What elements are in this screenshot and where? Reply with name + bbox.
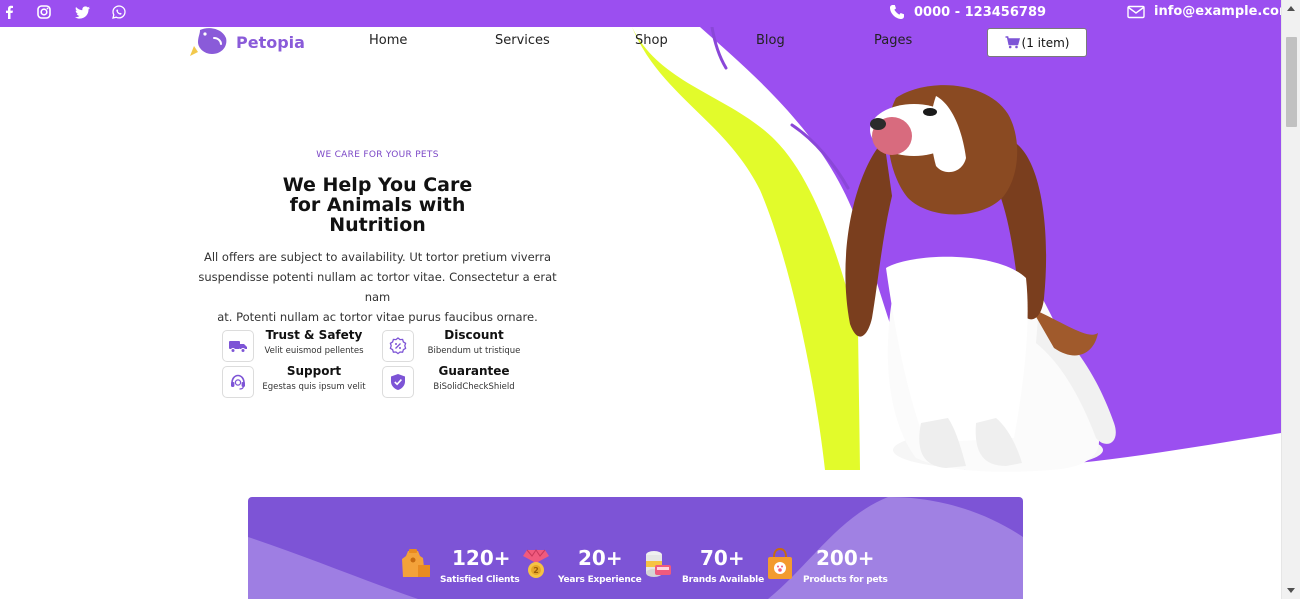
stat-label: Products for pets <box>803 575 888 585</box>
nav-item-home[interactable]: Home <box>369 33 407 48</box>
feature-subtitle: BiSolidCheckShield <box>433 382 515 392</box>
cart-icon <box>1005 36 1020 49</box>
scroll-down-arrow-icon[interactable] <box>1287 588 1295 593</box>
discount-icon <box>382 330 414 362</box>
whatsapp-icon[interactable] <box>110 3 128 21</box>
feature-support: Support Egestas quis ipsum velit <box>222 364 372 398</box>
page: 0000 - 123456789 info@example.com Petopi… <box>0 0 1300 599</box>
nav-item-services[interactable]: Services <box>495 33 550 48</box>
page-scrollbar[interactable] <box>1281 0 1300 599</box>
hero-description: All offers are subject to availability. … <box>186 247 569 327</box>
medal-icon: 2 <box>523 549 549 578</box>
stat-value: 120+ <box>452 546 511 570</box>
phone-contact[interactable]: 0000 - 123456789 <box>889 4 1046 20</box>
stat-value: 20+ <box>578 546 623 570</box>
stat-value: 200+ <box>816 546 875 570</box>
feature-subtitle: Velit euismod pellentes <box>264 346 364 356</box>
nav-item-shop[interactable]: Shop <box>635 33 668 48</box>
pet-food-can-icon <box>646 551 671 577</box>
phone-number: 0000 - 123456789 <box>914 4 1047 20</box>
cart-button[interactable]: (1 item) <box>987 28 1087 57</box>
cart-label: (1 item) <box>1021 35 1070 50</box>
hero-headline: We Help You Care for Animals with Nutrit… <box>250 175 505 235</box>
feature-guarantee: Guarantee BiSolidCheckShield <box>382 364 532 398</box>
description-line: at. Potenti nullam ac tortor vitae purus… <box>217 310 538 324</box>
feature-title: Support <box>286 364 342 378</box>
social-links <box>0 3 128 21</box>
scroll-up-arrow-icon[interactable] <box>1287 6 1295 11</box>
dog-image <box>845 85 1116 472</box>
feature-title: Discount <box>444 328 504 342</box>
description-line: All offers are subject to availability. … <box>204 250 551 264</box>
feature-title: Guarantee <box>438 364 510 378</box>
stat-label: Years Experience <box>558 575 642 585</box>
shopping-bag-icon <box>768 547 792 579</box>
truck-icon <box>222 330 254 362</box>
pet-logo-icon <box>190 28 227 56</box>
svg-text:2: 2 <box>533 566 539 575</box>
top-bar: 0000 - 123456789 info@example.com <box>0 0 1293 27</box>
feature-title: Trust & Safety <box>265 328 363 342</box>
twitter-icon[interactable] <box>73 3 91 21</box>
email-address: info@example.com <box>1154 4 1293 19</box>
support-icon <box>222 366 254 398</box>
feature-trust-safety: Trust & Safety Velit euismod pellentes <box>222 328 372 362</box>
email-contact[interactable]: info@example.com <box>1127 4 1293 19</box>
logo-text: Petopia <box>236 32 305 52</box>
feature-discount: Discount Bibendum ut tristique <box>382 328 532 362</box>
instagram-icon[interactable] <box>35 3 53 21</box>
description-line: suspendisse potenti nullam ac tortor vit… <box>198 270 557 304</box>
facebook-icon[interactable] <box>0 3 18 21</box>
headline-line: We Help You Care <box>282 174 473 196</box>
headline-line: for Animals with <box>289 194 466 216</box>
stat-label: Brands Available <box>682 575 764 585</box>
stat-value: 70+ <box>700 546 745 570</box>
feature-subtitle: Bibendum ut tristique <box>427 346 521 356</box>
hero-eyebrow: WE CARE FOR YOUR PETS <box>316 150 439 160</box>
headline-line: Nutrition <box>329 214 426 236</box>
stats-section: 120+ Satisfied Clients 2 20+ Years Exper… <box>248 497 1023 599</box>
scrollbar-thumb[interactable] <box>1286 37 1297 127</box>
check-shield-icon <box>382 366 414 398</box>
logo[interactable]: Petopia <box>188 26 305 58</box>
nav-item-pages[interactable]: Pages <box>874 33 912 48</box>
phone-icon <box>890 5 904 19</box>
envelope-icon <box>1127 5 1145 18</box>
stat-label: Satisfied Clients <box>440 575 520 585</box>
pet-food-bag-icon <box>402 549 430 577</box>
nav-item-blog[interactable]: Blog <box>756 33 785 48</box>
feature-subtitle: Egestas quis ipsum velit <box>262 382 366 392</box>
